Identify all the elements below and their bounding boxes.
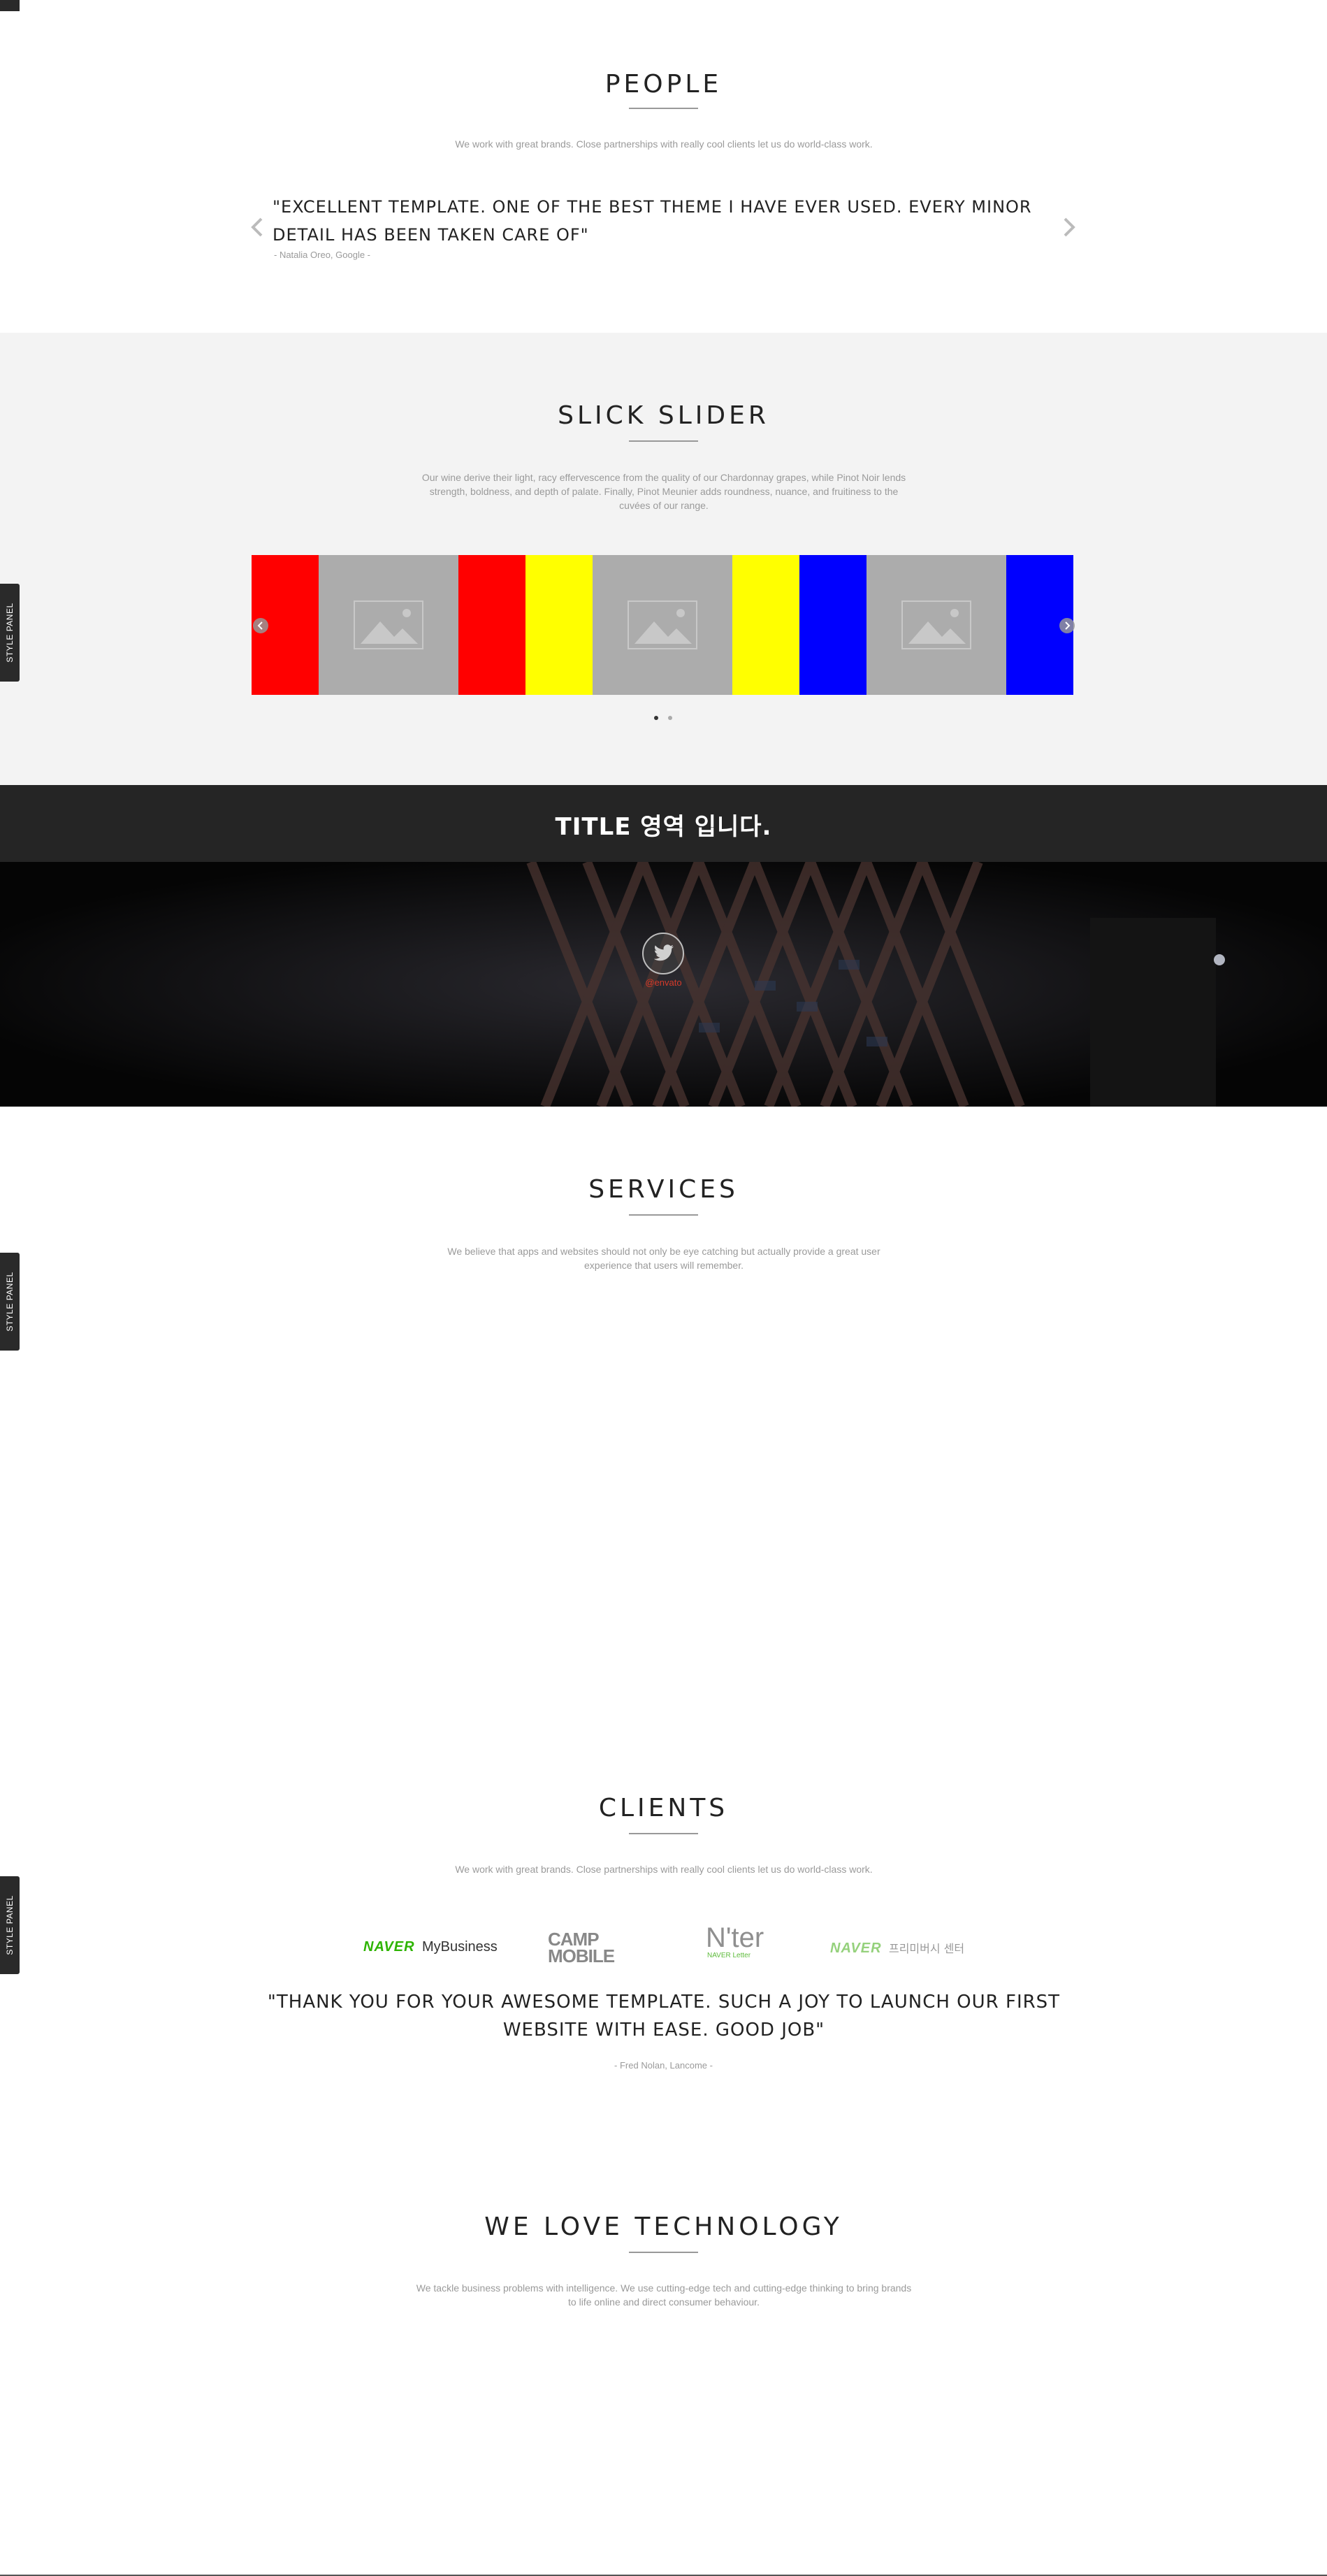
technology-title: WE LOVE TECHNOLOGY [484,2212,843,2241]
slide-color-red[interactable] [458,555,525,695]
naver-brand-text: NAVER [830,1941,882,1956]
people-subtitle: We work with great brands. Close partner… [455,138,873,150]
slider-prev-button[interactable] [253,618,268,633]
testimonial-prev-arrow[interactable] [249,213,266,241]
slick-slider-title: SLICK SLIDER [558,401,769,430]
image-placeholder-icon [354,600,423,649]
services-subtitle: We believe that apps and websites should… [447,1246,880,1271]
slider-next-button[interactable] [1059,618,1075,633]
client-logo-naver-mybusiness[interactable]: NAVER MyBusiness [363,1939,498,1955]
banner-title: TITLE 영역 입니다. [555,813,772,841]
slide-placeholder-image[interactable] [593,555,732,695]
chevron-left-icon [251,217,263,237]
twitter-button[interactable] [642,933,684,974]
style-panel-label: STYLE PANEL [5,1272,15,1332]
clients-subtitle: We work with great brands. Close partner… [455,1864,873,1875]
services-divider [629,1214,698,1216]
image-placeholder-icon [628,600,697,649]
slide-color-yellow[interactable] [732,555,799,695]
style-panel-tab[interactable]: STYLE PANEL [0,584,20,682]
people-title: PEOPLE [604,70,723,99]
style-panel-tab[interactable]: STYLE PANEL [0,1253,20,1351]
style-panel-corner-tab[interactable] [0,0,20,11]
mobile-text: MOBILE [548,1945,615,1966]
slide-color-yellow[interactable] [525,555,593,695]
twitter-bird-icon [653,944,674,961]
slick-slider-track[interactable] [252,555,1076,695]
twitter-handle-link[interactable]: @envato [0,977,1327,988]
privacy-center-text: 프리미버시 센터 [888,1942,965,1955]
client-logo-naver-privacy[interactable]: NAVER 프리미버시 센터 [830,1939,964,1957]
client-logo-camp-mobile[interactable]: CAMP MOBILE [548,1930,615,1966]
style-panel-label: STYLE PANEL [5,1895,15,1955]
slide-placeholder-image[interactable] [319,555,458,695]
slide-color-blue[interactable] [799,555,866,695]
people-divider [629,108,698,109]
naver-brand-text: NAVER [363,1939,415,1955]
chevron-left-icon [257,621,263,630]
chevron-right-icon [1065,621,1071,630]
people-testimonial-author: - Natalia Oreo, Google - [274,250,371,260]
testimonial-next-arrow[interactable] [1061,213,1078,241]
image-placeholder-icon [901,600,971,649]
technology-divider [629,2252,698,2253]
slide-placeholder-image[interactable] [866,555,1006,695]
style-panel-tab[interactable]: STYLE PANEL [0,1876,20,1974]
people-testimonial: "EXCELLENT TEMPLATE. ONE OF THE BEST THE… [273,197,1032,245]
style-panel-label: STYLE PANEL [5,603,15,663]
clients-divider [629,1833,698,1834]
clients-testimonial: "THANK YOU FOR YOUR AWESOME TEMPLATE. SU… [267,1992,1061,2041]
client-logo-nter[interactable]: N'ter NAVER Letter [706,1924,764,1959]
slick-slider-divider [629,440,698,442]
clients-testimonial-author: - Fred Nolan, Lancome - [614,2060,713,2071]
slick-slider-subtitle: Our wine derive their light, racy efferv… [421,472,906,511]
clients-title: CLIENTS [598,1794,729,1822]
slider-dot[interactable] [668,716,672,720]
mybusiness-text: MyBusiness [421,1939,498,1955]
slider-dot[interactable] [654,716,658,720]
chevron-right-icon [1064,217,1075,237]
technology-subtitle: We tackle business problems with intelli… [416,2282,912,2308]
nter-text: N'ter [706,1922,764,1953]
services-title: SERVICES [588,1175,739,1204]
title-banner: TITLE 영역 입니다. [0,785,1327,862]
